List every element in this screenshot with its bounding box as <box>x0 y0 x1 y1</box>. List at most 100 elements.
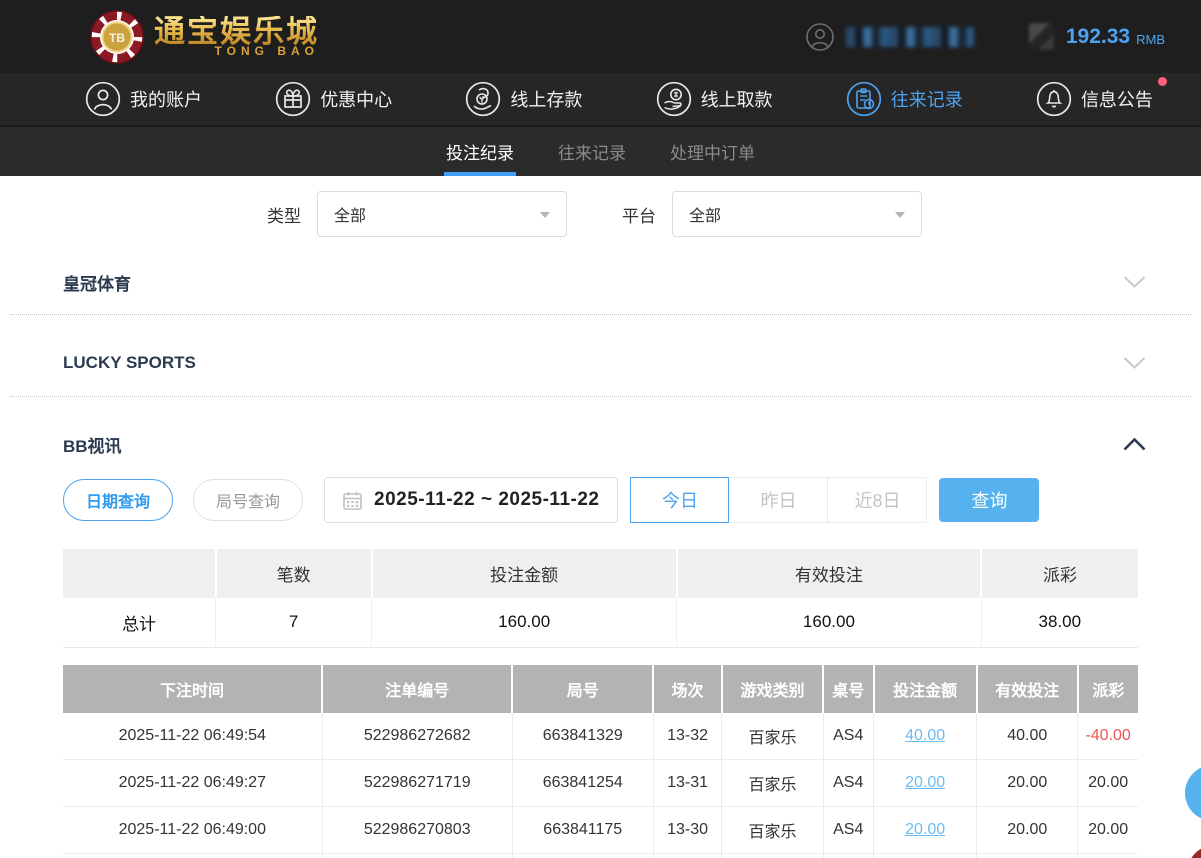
top-header: TB 通宝娱乐城 TONG BAO 192.33 RMB <box>0 0 1201 73</box>
balance-amount: 192.33 <box>1066 25 1130 49</box>
withdraw-icon <box>656 81 692 117</box>
cell-game: 百家乐 <box>722 760 823 807</box>
platform-select[interactable]: 全部 <box>672 191 922 237</box>
nav-deposit[interactable]: 线上存款 <box>465 81 582 117</box>
wallet-icon[interactable] <box>1029 23 1054 50</box>
header-session: 场次 <box>653 665 722 713</box>
summary-total-row: 总计 7 160.00 160.00 38.00 <box>63 598 1138 647</box>
date-range-picker[interactable]: 2025-11-22 ~ 2025-11-22 <box>324 477 618 523</box>
cell-time: 2025-11-22 06:49:00 <box>63 807 322 854</box>
content: 类型 全部 平台 全部 皇冠体育 LUCKY SPORTS BB视讯 日期查询 … <box>0 191 1201 858</box>
query-controls: 日期查询 局号查询 2025-11-22 ~ 2025-11-22 今日 昨日 … <box>63 477 1201 523</box>
tab-processing-orders[interactable]: 处理中订单 <box>668 127 757 176</box>
platform-filter-label: 平台 <box>622 202 656 227</box>
deposit-icon <box>465 81 501 117</box>
section-bb-live[interactable]: BB视讯 <box>0 424 1201 464</box>
divider <box>10 396 1191 397</box>
search-button[interactable]: 查询 <box>939 478 1039 522</box>
nav-transaction-records[interactable]: 往来记录 <box>846 81 963 117</box>
bet-amount-link[interactable]: 40.00 <box>905 727 945 744</box>
cell-round-no: 663841329 <box>512 713 653 760</box>
cell-time: 2025-11-22 06:49:54 <box>63 713 322 760</box>
records-icon <box>846 81 882 117</box>
cell-order-no: 522986272682 <box>322 713 512 760</box>
username-blurred[interactable] <box>846 27 974 47</box>
summary-total-label: 总计 <box>63 598 216 647</box>
header-game: 游戏类别 <box>722 665 823 713</box>
header-round-no: 局号 <box>512 665 653 713</box>
yesterday-button[interactable]: 昨日 <box>729 477 828 523</box>
cell-time: 2025-11-22 06:49:27 <box>63 760 322 807</box>
summary-valid-bet: 160.00 <box>677 598 981 647</box>
balance-currency: RMB <box>1136 27 1165 47</box>
brand-title-en: TONG BAO <box>215 45 319 57</box>
nav-label: 我的账户 <box>130 86 202 112</box>
tab-bet-records[interactable]: 投注纪录 <box>444 127 516 176</box>
table-row: 2025-11-22 06:49:27 522986271719 6638412… <box>63 760 1138 807</box>
header-payout: 派彩 <box>1078 665 1138 713</box>
section-title: BB视讯 <box>63 432 122 457</box>
type-select-value: 全部 <box>334 202 366 226</box>
section-crown-sports[interactable]: 皇冠体育 <box>0 262 1201 302</box>
date-range-value: 2025-11-22 ~ 2025-11-22 <box>374 489 599 511</box>
poker-chip-icon: TB <box>90 10 144 64</box>
cell-game: 百家乐 <box>722 713 823 760</box>
cell-session: 13-32 <box>653 713 722 760</box>
cell-table-no: AS4 <box>823 713 874 760</box>
type-select[interactable]: 全部 <box>317 191 567 237</box>
tab-transaction-records[interactable]: 往来记录 <box>556 127 628 176</box>
section-lucky-sports[interactable]: LUCKY SPORTS <box>0 343 1201 383</box>
bet-amount-link[interactable]: 20.00 <box>905 821 945 838</box>
user-avatar-icon[interactable] <box>806 23 834 51</box>
cell-payout: -40.00 <box>1078 713 1138 760</box>
chevron-up-icon <box>1123 438 1146 451</box>
header-bet: 投注金额 <box>874 665 977 713</box>
nav-label: 信息公告 <box>1081 86 1153 112</box>
calendar-icon <box>343 491 362 510</box>
summary-count: 7 <box>216 598 372 647</box>
nav-withdraw[interactable]: 线上取款 <box>656 81 773 117</box>
brand-text: 通宝娱乐城 TONG BAO <box>154 16 319 57</box>
svg-text:TB: TB <box>109 31 125 45</box>
nav-announcements[interactable]: 信息公告 <box>1036 81 1153 117</box>
today-button[interactable]: 今日 <box>630 477 729 523</box>
nav-my-account[interactable]: 我的账户 <box>85 81 202 117</box>
header-time: 下注时间 <box>63 665 322 713</box>
user-area: 192.33 RMB <box>806 0 1165 73</box>
table-row: 2025-11-22 06:49:54 522986272682 6638413… <box>63 713 1138 760</box>
cell-valid-bet: 40.00 <box>977 713 1078 760</box>
last8days-button[interactable]: 近8日 <box>828 477 927 523</box>
cell-game: 百家乐 <box>722 807 823 854</box>
user-icon <box>85 81 121 117</box>
notification-dot <box>1158 77 1167 86</box>
bell-icon <box>1036 81 1072 117</box>
section-title: 皇冠体育 <box>63 270 131 295</box>
gift-icon <box>275 81 311 117</box>
cell-bet: 20.00 <box>874 760 977 807</box>
cell-bet: 40.00 <box>874 713 977 760</box>
summary-header-blank <box>63 549 216 598</box>
round-query-button[interactable]: 局号查询 <box>193 479 303 521</box>
brand-logo[interactable]: TB 通宝娱乐城 TONG BAO <box>90 10 319 64</box>
header-table-no: 桌号 <box>823 665 874 713</box>
bet-amount-link[interactable]: 20.00 <box>905 774 945 791</box>
summary-header-row: 笔数 投注金额 有效投注 派彩 <box>63 549 1138 598</box>
nav-label: 线上取款 <box>701 86 773 112</box>
nav-label: 线上存款 <box>510 86 582 112</box>
record-subtabs: 投注纪录 往来记录 处理中订单 <box>0 127 1201 176</box>
filter-row: 类型 全部 平台 全部 <box>267 191 1201 237</box>
nav-promotions[interactable]: 优惠中心 <box>275 81 392 117</box>
nav-label: 往来记录 <box>891 86 963 112</box>
header-valid-bet: 有效投注 <box>977 665 1078 713</box>
brand-title-cn: 通宝娱乐城 <box>154 16 319 47</box>
summary-header-valid-bet: 有效投注 <box>677 549 981 598</box>
cell-valid-bet: 20.00 <box>977 807 1078 854</box>
cell-order-no: 522986270803 <box>322 807 512 854</box>
chevron-down-icon <box>895 212 905 218</box>
chevron-down-icon <box>540 212 550 218</box>
date-query-button[interactable]: 日期查询 <box>63 479 173 521</box>
summary-header-count: 笔数 <box>216 549 372 598</box>
cell-order-no: 522986271719 <box>322 760 512 807</box>
summary-header-bet-amount: 投注金额 <box>372 549 677 598</box>
chevron-down-icon <box>1123 357 1146 369</box>
